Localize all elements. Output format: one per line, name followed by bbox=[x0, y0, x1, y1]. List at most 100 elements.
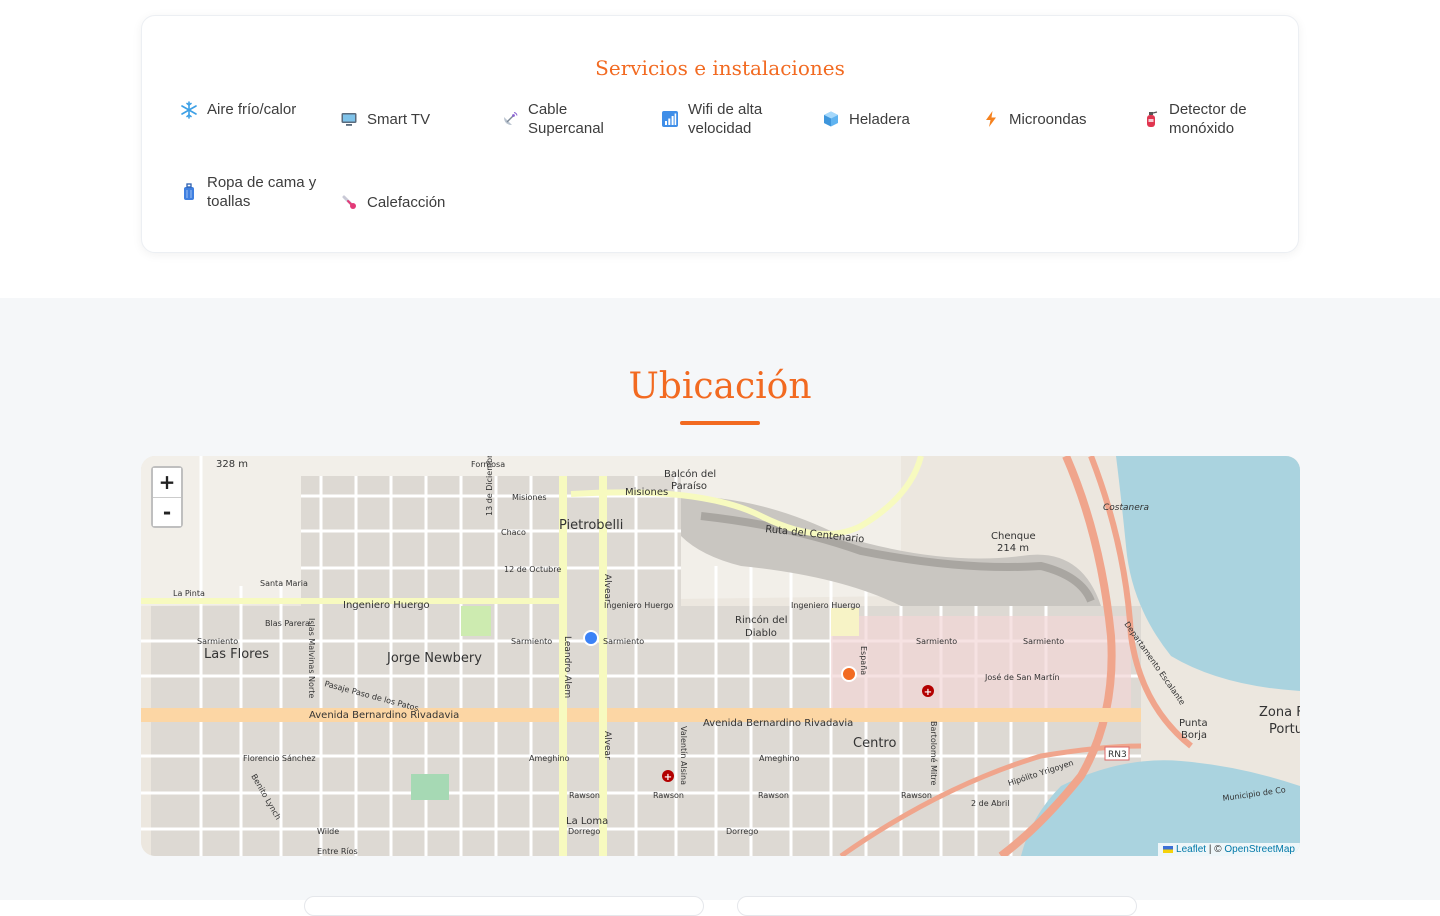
svg-text:RN3: RN3 bbox=[1108, 750, 1127, 760]
service-label: Aire frío/calor bbox=[207, 101, 297, 118]
snowflake-icon bbox=[180, 100, 198, 119]
svg-text:Wilde: Wilde bbox=[317, 827, 339, 836]
svg-text:2 de Abril: 2 de Abril bbox=[971, 799, 1009, 808]
service-aire: Aire frío/calor bbox=[180, 100, 320, 119]
svg-text:La Pinta: La Pinta bbox=[173, 589, 205, 598]
openstreetmap-link[interactable]: OpenStreetMap bbox=[1224, 844, 1295, 855]
service-detector: Detector de monóxido bbox=[1142, 100, 1292, 138]
svg-text:Portu: Portu bbox=[1269, 722, 1300, 737]
svg-text:Sarmiento: Sarmiento bbox=[1023, 637, 1064, 646]
service-cable: Cable Supercanal bbox=[501, 100, 641, 138]
svg-text:214 m: 214 m bbox=[997, 543, 1029, 554]
svg-text:José de San Martín: José de San Martín bbox=[984, 672, 1060, 682]
svg-text:España: España bbox=[859, 646, 868, 675]
svg-text:Borja: Borja bbox=[1181, 730, 1207, 741]
svg-text:Paraíso: Paraíso bbox=[671, 480, 707, 492]
service-calefaccion: Calefacción bbox=[340, 183, 480, 221]
svg-text:Ameghino: Ameghino bbox=[759, 754, 800, 763]
svg-text:Ameghino: Ameghino bbox=[529, 754, 570, 763]
service-label: Ropa de cama y toallas bbox=[207, 174, 317, 210]
service-label: Detector de monóxido bbox=[1169, 101, 1247, 137]
tv-icon bbox=[340, 110, 358, 128]
service-label: Wifi de alta velocidad bbox=[688, 101, 763, 137]
svg-text:Sarmiento: Sarmiento bbox=[511, 637, 552, 646]
svg-text:Santa Maria: Santa Maria bbox=[260, 579, 308, 588]
svg-text:Chaco: Chaco bbox=[501, 528, 526, 537]
service-wifi: Wifi de alta velocidad bbox=[661, 100, 801, 138]
services-section: Servicios e instalaciones Aire frío/calo… bbox=[0, 0, 1440, 298]
svg-text:Alvear: Alvear bbox=[602, 574, 612, 603]
leaflet-link[interactable]: Leaflet bbox=[1176, 844, 1206, 855]
svg-text:13 de Diciembre: 13 de Diciembre bbox=[485, 456, 494, 516]
svg-text:Ingeniero Huergo: Ingeniero Huergo bbox=[343, 600, 430, 611]
svg-text:Misiones: Misiones bbox=[512, 493, 547, 502]
zoom-in-button[interactable]: + bbox=[153, 468, 181, 497]
svg-text:Sarmiento: Sarmiento bbox=[197, 637, 238, 646]
svg-text:Alvear: Alvear bbox=[602, 731, 612, 760]
info-card-right bbox=[737, 896, 1137, 916]
svg-text:Sarmiento: Sarmiento bbox=[603, 637, 644, 646]
fire-extinguisher-icon bbox=[1142, 110, 1160, 128]
svg-text:Sarmiento: Sarmiento bbox=[916, 637, 957, 646]
info-card-left bbox=[304, 896, 704, 916]
svg-text:Valentín Alsina: Valentín Alsina bbox=[679, 726, 688, 785]
ice-cube-icon bbox=[822, 110, 840, 128]
svg-text:Zona F: Zona F bbox=[1259, 705, 1300, 720]
lightning-icon bbox=[982, 110, 1000, 128]
svg-text:Punta: Punta bbox=[1179, 718, 1208, 729]
svg-text:La Loma: La Loma bbox=[566, 816, 608, 827]
svg-text:Pietrobelli: Pietrobelli bbox=[559, 518, 623, 533]
title-underline bbox=[680, 421, 760, 425]
svg-text:Ingeniero Huergo: Ingeniero Huergo bbox=[604, 601, 673, 610]
service-label: Smart TV bbox=[367, 110, 431, 128]
luggage-icon bbox=[180, 183, 198, 201]
svg-text:Dorrego: Dorrego bbox=[726, 827, 758, 836]
svg-text:Islas Malvinas Norte: Islas Malvinas Norte bbox=[307, 618, 316, 698]
svg-text:Blas Parera: Blas Parera bbox=[265, 619, 310, 628]
service-ropa: Ropa de cama y toallas bbox=[180, 173, 320, 211]
svg-text:Leandro Alem: Leandro Alem bbox=[562, 636, 572, 698]
map-attribution: Leaflet | © OpenStreetMap bbox=[1158, 843, 1300, 856]
svg-text:Rawson: Rawson bbox=[901, 791, 932, 800]
svg-text:Dorrego: Dorrego bbox=[568, 827, 600, 836]
map-tiles[interactable]: + + 328 m Chenque 214 m Costanera Formos… bbox=[141, 456, 1300, 856]
svg-text:Balcón del: Balcón del bbox=[664, 468, 716, 480]
location-title: Ubicación bbox=[628, 366, 812, 407]
services-card: Servicios e instalaciones Aire frío/calo… bbox=[141, 15, 1299, 253]
satellite-dish-icon bbox=[501, 110, 519, 128]
service-heladera: Heladera bbox=[822, 100, 962, 138]
service-microondas: Microondas bbox=[982, 100, 1122, 138]
svg-text:Las Flores: Las Flores bbox=[204, 647, 269, 662]
svg-text:Avenida Bernardino Rivadavia: Avenida Bernardino Rivadavia bbox=[703, 718, 853, 729]
svg-text:+: + bbox=[924, 687, 932, 698]
svg-text:Rawson: Rawson bbox=[653, 791, 684, 800]
service-smart-tv: Smart TV bbox=[340, 100, 480, 138]
svg-text:Rawson: Rawson bbox=[569, 791, 600, 800]
svg-text:+: + bbox=[664, 772, 672, 783]
signal-bars-icon bbox=[661, 110, 679, 128]
svg-text:Ingeniero Huergo: Ingeniero Huergo bbox=[791, 601, 860, 610]
svg-text:Florencio Sánchez: Florencio Sánchez bbox=[243, 754, 316, 763]
ukraine-flag-icon bbox=[1163, 845, 1174, 853]
svg-text:Jorge Newbery: Jorge Newbery bbox=[386, 651, 482, 666]
svg-text:Bartolomé Mitre: Bartolomé Mitre bbox=[929, 721, 939, 785]
service-label: Calefacción bbox=[367, 193, 446, 211]
svg-text:Misiones: Misiones bbox=[625, 487, 668, 498]
thermometer-icon bbox=[340, 193, 358, 211]
services-title: Servicios e instalaciones bbox=[595, 56, 845, 80]
map[interactable]: + + 328 m Chenque 214 m Costanera Formos… bbox=[141, 456, 1300, 856]
svg-text:Costanera: Costanera bbox=[1103, 503, 1149, 513]
svg-text:12 de Octubre: 12 de Octubre bbox=[504, 565, 561, 574]
attribution-separator: | © bbox=[1206, 844, 1225, 855]
svg-text:Diablo: Diablo bbox=[745, 628, 777, 639]
service-label: Microondas bbox=[1009, 110, 1087, 128]
current-location-marker bbox=[583, 630, 599, 646]
service-label: Heladera bbox=[849, 110, 910, 128]
svg-text:Avenida Bernardino Rivadavia: Avenida Bernardino Rivadavia bbox=[309, 710, 459, 721]
service-label: Cable Supercanal bbox=[528, 101, 604, 137]
zoom-control: + - bbox=[151, 466, 183, 528]
svg-text:Rincón del: Rincón del bbox=[735, 614, 787, 626]
zoom-out-button[interactable]: - bbox=[153, 497, 181, 526]
svg-text:Chenque: Chenque bbox=[991, 531, 1036, 542]
property-location-marker bbox=[841, 666, 857, 682]
